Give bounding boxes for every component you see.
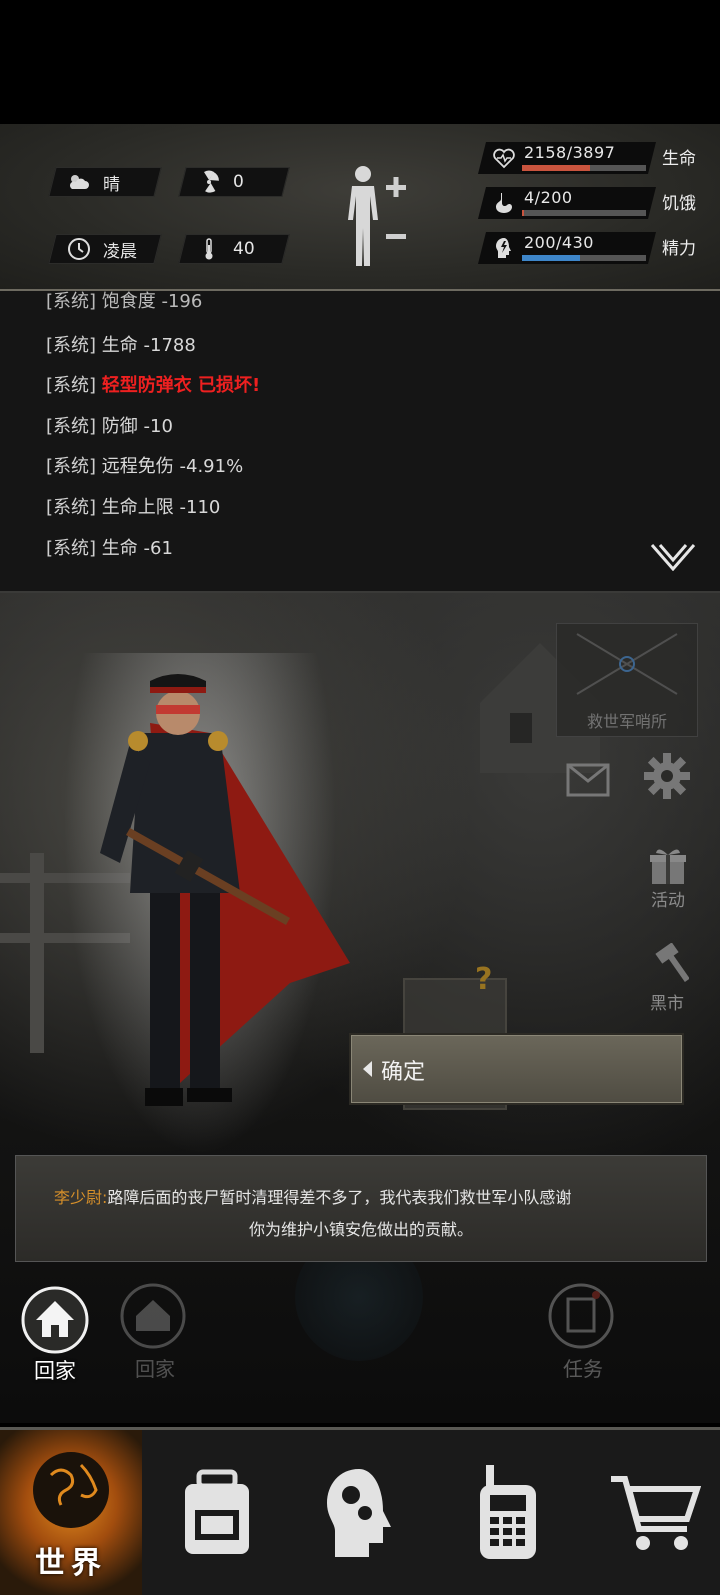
event-label: 活动	[651, 891, 685, 911]
task-button[interactable]: 任务	[548, 1283, 618, 1381]
log-line-partial: [系统] 饱食度 -196	[46, 291, 203, 312]
black-market-label: 黑市	[650, 994, 684, 1014]
event-button[interactable]: 活动	[638, 846, 698, 911]
nav-skills[interactable]	[292, 1430, 434, 1595]
mail-icon[interactable]	[566, 763, 610, 797]
black-market-button[interactable]: 黑市	[634, 943, 700, 1014]
clipboard-icon	[548, 1283, 614, 1349]
health-bar	[522, 165, 646, 171]
temperature-value: 40	[233, 239, 255, 259]
bottom-navigation: 世界	[0, 1427, 720, 1595]
dialog-line-1: 李少尉:路障后面的丧尸暂时清理得差不多了，我代表我们救世军小队感谢	[54, 1188, 572, 1207]
log-line: [系统] 生命上限 -110	[46, 497, 221, 518]
expand-log-chevron-icon[interactable]	[650, 543, 696, 571]
house-icon	[120, 1283, 186, 1349]
hunger-label: 饥饿	[662, 194, 696, 214]
home-label-faded: 回家	[135, 1357, 175, 1381]
nav-world[interactable]: 世界	[0, 1430, 142, 1595]
backpack-icon	[185, 1469, 249, 1554]
question-mark-icon: ?	[475, 962, 493, 997]
hunger-stat: 4/200 饥饿	[478, 187, 707, 219]
world-label: 世界	[35, 1546, 107, 1581]
log-line-alert: [系统] 轻型防弹衣 已损坏!	[46, 375, 261, 396]
hunger-value: 4/200	[524, 188, 573, 207]
home-button[interactable]: 回家	[20, 1285, 90, 1395]
confirm-label: 确定	[381, 1060, 426, 1085]
gift-icon	[650, 849, 686, 884]
energy-bar	[522, 255, 646, 261]
dialog-box: 李少尉:路障后面的丧尸暂时清理得差不多了，我代表我们救世军小队感谢 你为维护小镇…	[15, 1155, 707, 1262]
thermometer-icon	[205, 238, 213, 260]
energy-label: 精力	[662, 239, 696, 259]
shopping-cart-icon	[611, 1475, 701, 1550]
radiation-box: 0	[178, 167, 290, 197]
globe-icon	[33, 1452, 109, 1528]
body-status-button[interactable]	[342, 162, 416, 270]
home-button-faded: 回家	[120, 1283, 190, 1381]
weather-sunny-cloud-icon	[69, 175, 89, 189]
outpost-map-button[interactable]: 救世军哨所	[556, 623, 698, 737]
scene-view: 救世军哨所 活动 黑市 ? 回家 任务 回家	[0, 593, 720, 1423]
log-line: [系统] 防御 -10	[46, 416, 173, 437]
clock-icon	[68, 238, 90, 260]
gear-icon[interactable]	[644, 753, 690, 799]
dialog-speaker: 李少尉:	[54, 1188, 108, 1207]
radiation-icon	[204, 170, 219, 193]
energy-stat: 200/430 精力	[478, 232, 707, 264]
task-label: 任务	[563, 1357, 603, 1381]
human-body-icon	[348, 166, 406, 266]
log-line: [系统] 生命 -61	[46, 538, 173, 559]
energy-value: 200/430	[524, 233, 594, 252]
nav-radio[interactable]	[438, 1430, 580, 1595]
message-log[interactable]: [系统] 饱食度 -196 [系统] 生命 -1788 [系统] 轻型防弹衣 已…	[0, 291, 720, 593]
head-bolt-icon	[496, 238, 511, 258]
status-panel: 晴 0 凌晨 40 2158/3897 生命 4/200 饥饿 200/430 …	[0, 124, 720, 291]
log-line: [系统] 生命 -1788	[46, 335, 196, 356]
walkie-talkie-icon	[480, 1464, 536, 1559]
house-icon	[21, 1286, 89, 1354]
time-box: 凌晨	[48, 234, 162, 264]
temperature-box: 40	[178, 234, 290, 264]
weather-box: 晴	[48, 167, 162, 197]
health-value: 2158/3897	[524, 143, 616, 162]
log-line: [系统] 远程免伤 -4.91%	[46, 456, 244, 477]
radiation-value: 0	[233, 172, 244, 192]
stomach-icon	[496, 193, 512, 213]
health-stat: 2158/3897 生命	[478, 142, 707, 174]
head-gears-icon	[327, 1468, 391, 1557]
nav-backpack[interactable]	[146, 1430, 288, 1595]
weather-label: 晴	[103, 174, 120, 195]
arrow-left-icon	[363, 1061, 372, 1077]
officer-character[interactable]	[90, 643, 350, 1143]
heart-pulse-icon	[493, 148, 515, 169]
dialog-line-2: 你为维护小镇安危做出的贡献。	[248, 1220, 473, 1239]
time-label: 凌晨	[103, 241, 137, 262]
outpost-label: 救世军哨所	[586, 712, 667, 731]
crosshair-icon	[576, 633, 678, 695]
home-label: 回家	[34, 1359, 76, 1383]
nav-shop[interactable]	[584, 1430, 720, 1595]
minus-icon	[386, 234, 406, 239]
auction-hammer-icon	[655, 943, 689, 982]
hunger-bar	[522, 210, 646, 216]
health-label: 生命	[662, 149, 696, 169]
confirm-button[interactable]: 确定	[349, 1033, 684, 1105]
